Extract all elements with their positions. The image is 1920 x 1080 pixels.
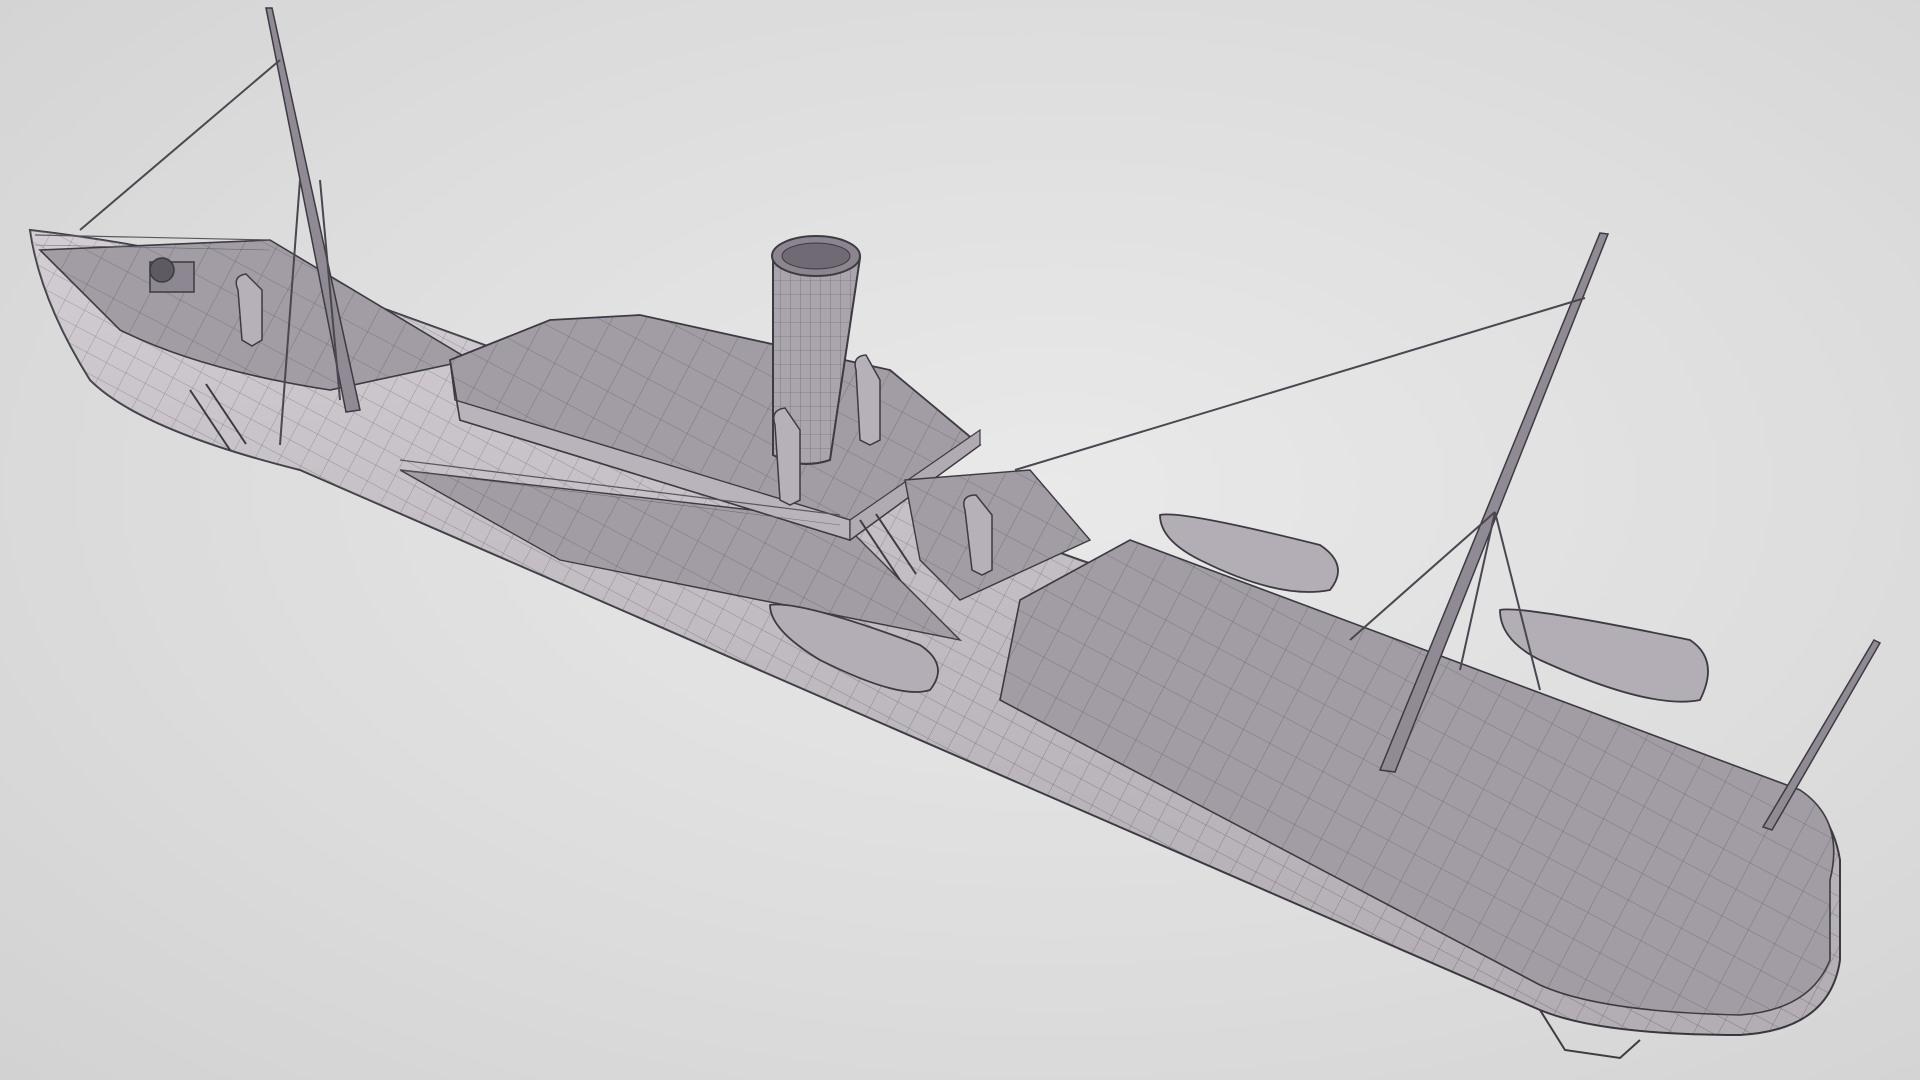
ship-wireframe-render — [28, 7, 1882, 1060]
winch — [149, 257, 195, 293]
render-viewport — [0, 0, 1920, 1080]
